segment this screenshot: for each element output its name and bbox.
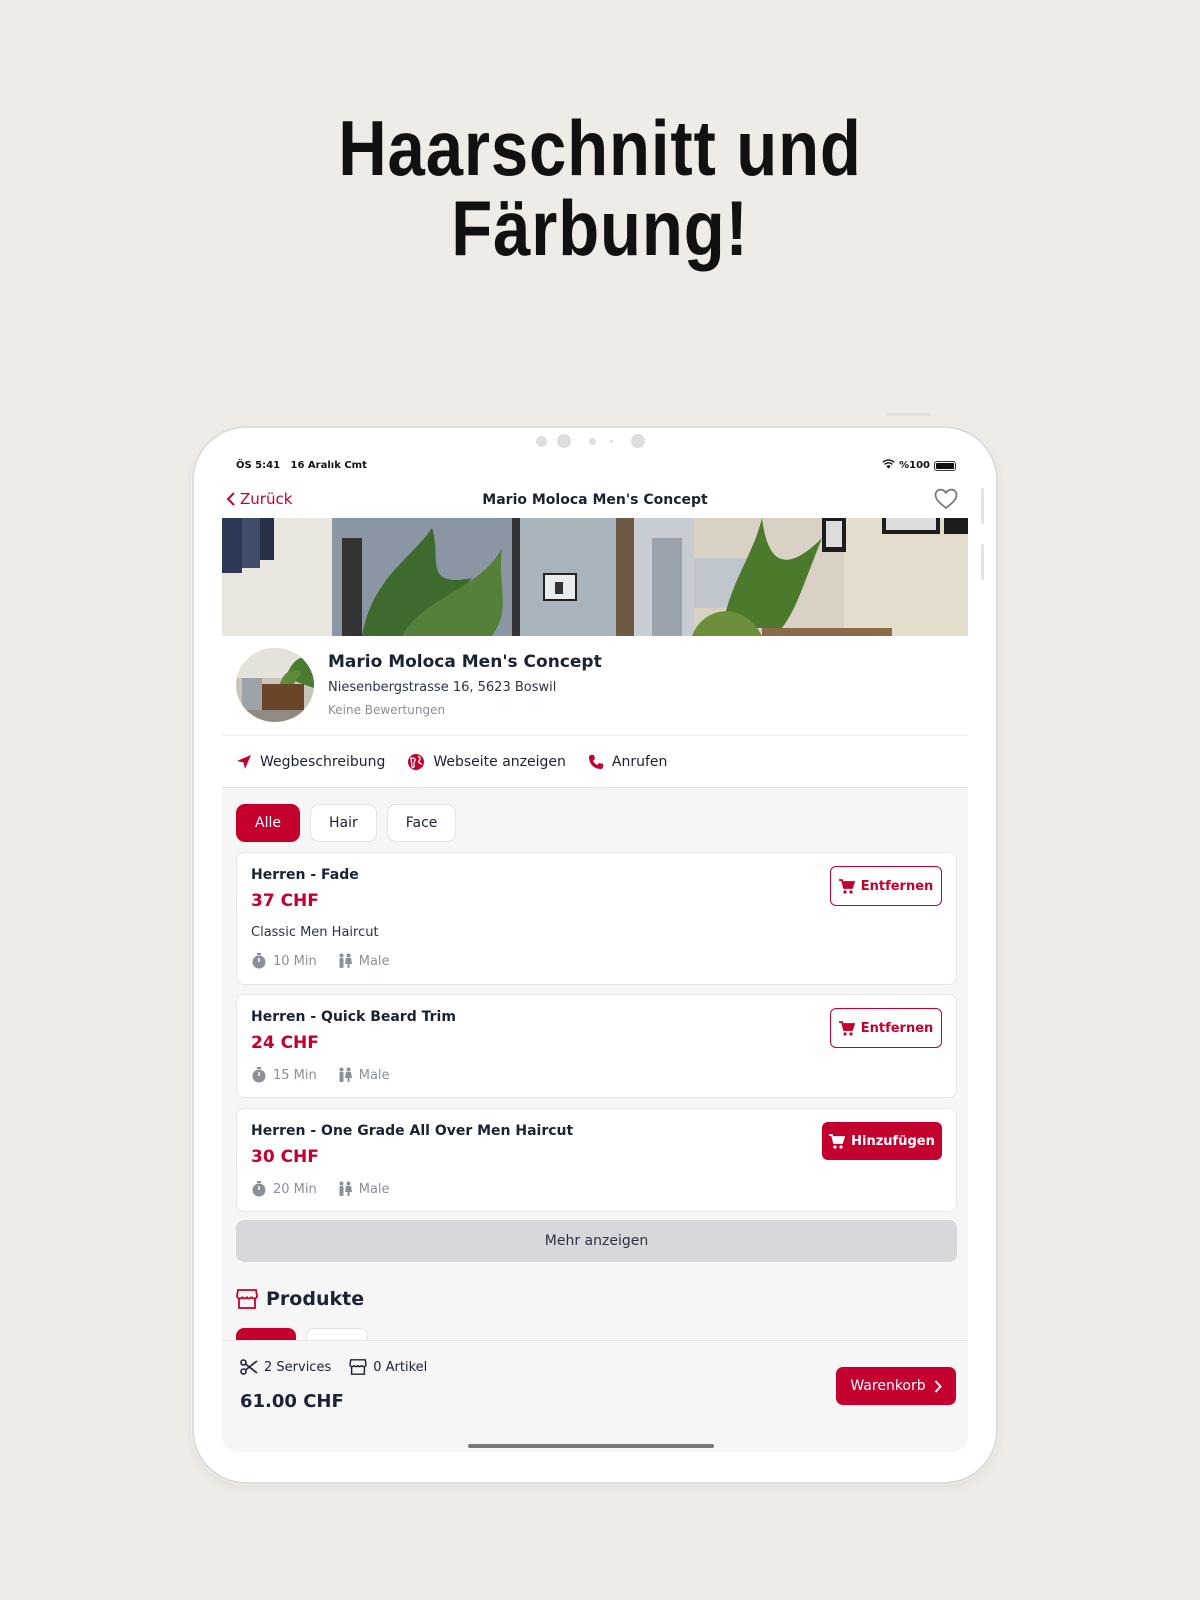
cart-summary-bar: 2 Services 0 Artikel 61.00 CHF Warenkorb <box>222 1340 968 1452</box>
sensor-dot <box>589 437 596 445</box>
website-label: Webseite anzeigen <box>433 753 566 770</box>
gender-icon <box>339 1067 352 1082</box>
cart-services-count: 2 Services <box>264 1359 332 1375</box>
service-duration: 20 Min <box>273 1181 317 1197</box>
add-to-cart-button[interactable]: Hinzufügen <box>822 1122 942 1160</box>
wifi-icon <box>882 459 895 472</box>
service-gender: Male <box>358 1067 390 1083</box>
battery-percent: %100 <box>899 460 930 471</box>
headline-line-1: Haarschnitt und <box>338 104 862 192</box>
marketing-headline: Haarschnitt und Färbung! <box>84 108 1116 268</box>
products-heading: Produkte <box>236 1288 364 1310</box>
filter-chip-alle[interactable]: Alle <box>236 804 300 842</box>
home-indicator[interactable] <box>468 1444 714 1448</box>
favorite-button[interactable] <box>934 488 958 514</box>
store-icon <box>236 1289 258 1309</box>
status-time: ÖS 5:41 16 Aralık Cmt <box>236 460 367 471</box>
cart-button[interactable]: Warenkorb <box>836 1367 956 1405</box>
directions-label: Wegbeschreibung <box>260 753 386 770</box>
call-label: Anrufen <box>611 753 668 770</box>
filter-chip-face[interactable]: Face <box>386 804 457 842</box>
status-bar: ÖS 5:41 16 Aralık Cmt %100 <box>222 454 968 478</box>
service-card: Herren - Fade 37 CHF Classic Men Haircut… <box>236 852 957 985</box>
shop-rating: Keine Bewertungen <box>328 703 446 717</box>
service-meta: 20 Min Male <box>251 1181 390 1197</box>
store-icon <box>349 1359 367 1375</box>
remove-from-cart-button[interactable]: Entfernen <box>830 1008 942 1048</box>
service-price: 37 CHF <box>251 891 319 911</box>
category-filters: Alle Hair Face <box>236 804 457 842</box>
service-gender: Male <box>358 1181 390 1197</box>
camera-lens <box>631 434 645 448</box>
products-title: Produkte <box>266 1288 365 1310</box>
stopwatch-icon <box>252 1067 266 1083</box>
sensor-dot <box>536 435 547 447</box>
cart-button-label: Warenkorb <box>850 1378 926 1394</box>
status-indicators: %100 <box>882 459 956 472</box>
cart-counts: 2 Services 0 Artikel <box>240 1359 427 1375</box>
shop-info: Mario Moloca Men's Concept Niesenbergstr… <box>222 636 968 736</box>
service-duration: 10 Min <box>273 953 317 969</box>
cart-icon <box>829 1133 846 1149</box>
shop-avatar <box>236 648 314 722</box>
cart-total: 61.00 CHF <box>240 1391 344 1412</box>
status-clock: ÖS 5:41 <box>236 460 281 471</box>
heart-outline-icon <box>934 488 958 510</box>
nav-title: Mario Moloca Men's Concept <box>482 492 708 508</box>
volume-up-button <box>981 488 984 524</box>
cart-icon <box>838 1020 855 1036</box>
service-name: Herren - One Grade All Over Men Haircut <box>251 1123 574 1139</box>
stopwatch-icon <box>252 953 266 969</box>
service-gender: Male <box>358 953 390 969</box>
service-meta: 15 Min Male <box>251 1067 390 1083</box>
website-link[interactable]: Webseite anzeigen <box>407 753 566 771</box>
filter-chip-hair[interactable]: Hair <box>309 804 377 842</box>
service-price: 24 CHF <box>251 1033 319 1053</box>
service-price: 30 CHF <box>251 1147 319 1167</box>
cart-icon <box>838 878 855 894</box>
call-link[interactable]: Anrufen <box>588 753 668 770</box>
phone-icon <box>588 754 603 769</box>
directions-link[interactable]: Wegbeschreibung <box>236 754 385 770</box>
services-section: Alle Hair Face Herren - Fade 37 CHF Clas… <box>222 788 968 1348</box>
service-card: Herren - One Grade All Over Men Haircut … <box>236 1108 957 1212</box>
top-button <box>887 413 931 416</box>
headline-line-2: Färbung! <box>451 184 749 272</box>
gender-icon <box>339 1181 352 1196</box>
navigation-arrow-icon <box>237 754 251 769</box>
shop-actions: Wegbeschreibung Webseite anzeigen Anrufe… <box>222 736 968 788</box>
scissors-icon <box>240 1359 258 1375</box>
service-meta: 10 Min Male <box>251 953 390 969</box>
service-name: Herren - Fade <box>251 867 359 883</box>
shop-name: Mario Moloca Men's Concept <box>328 652 602 672</box>
remove-label: Entfernen <box>860 878 934 894</box>
globe-icon <box>408 753 425 770</box>
chevron-right-icon <box>934 1379 942 1393</box>
camera-array <box>536 434 645 448</box>
service-name: Herren - Quick Beard Trim <box>251 1009 456 1025</box>
service-card: Herren - Quick Beard Trim 24 CHF 15 Min … <box>236 994 957 1098</box>
remove-label: Entfernen <box>860 1020 934 1036</box>
gender-icon <box>339 953 352 968</box>
nav-bar: Zurück Mario Moloca Men's Concept <box>222 484 968 518</box>
add-label: Hinzufügen <box>851 1133 935 1149</box>
service-description: Classic Men Haircut <box>251 925 379 940</box>
remove-from-cart-button[interactable]: Entfernen <box>830 866 942 906</box>
shop-address: Niesenbergstrasse 16, 5623 Boswil <box>328 680 557 695</box>
status-date: 16 Aralık Cmt <box>290 460 367 471</box>
cart-articles-count: 0 Artikel <box>373 1359 428 1375</box>
shop-hero-image <box>222 518 968 636</box>
battery-icon <box>934 460 956 471</box>
stopwatch-icon <box>252 1181 266 1197</box>
volume-down-button <box>981 544 984 580</box>
service-duration: 15 Min <box>273 1067 317 1083</box>
app-screen: ÖS 5:41 16 Aralık Cmt %100 Zurück Mario … <box>222 454 968 1452</box>
sensor-dot <box>610 439 613 443</box>
show-more-button[interactable]: Mehr anzeigen <box>236 1220 957 1262</box>
camera-lens <box>557 434 571 448</box>
